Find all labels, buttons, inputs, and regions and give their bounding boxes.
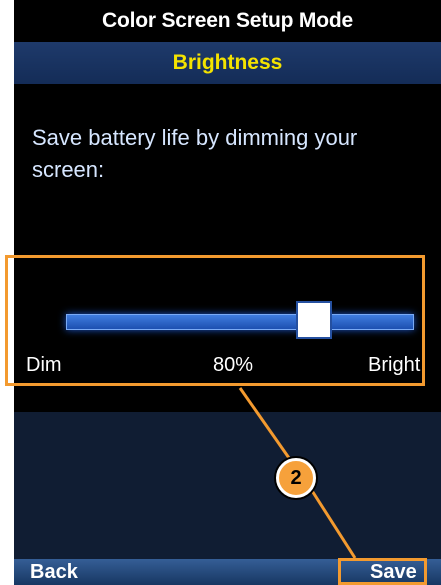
back-button[interactable]: Back (30, 559, 78, 585)
callout-number-badge: 2 (276, 458, 316, 498)
screen-subtitle: Brightness (14, 42, 441, 84)
screen-title: Color Screen Setup Mode (14, 0, 441, 42)
lower-panel (14, 412, 441, 559)
save-highlight-box (338, 558, 427, 585)
brightness-description: Save battery life by dimming your screen… (32, 125, 358, 182)
slider-highlight-box (5, 255, 425, 386)
